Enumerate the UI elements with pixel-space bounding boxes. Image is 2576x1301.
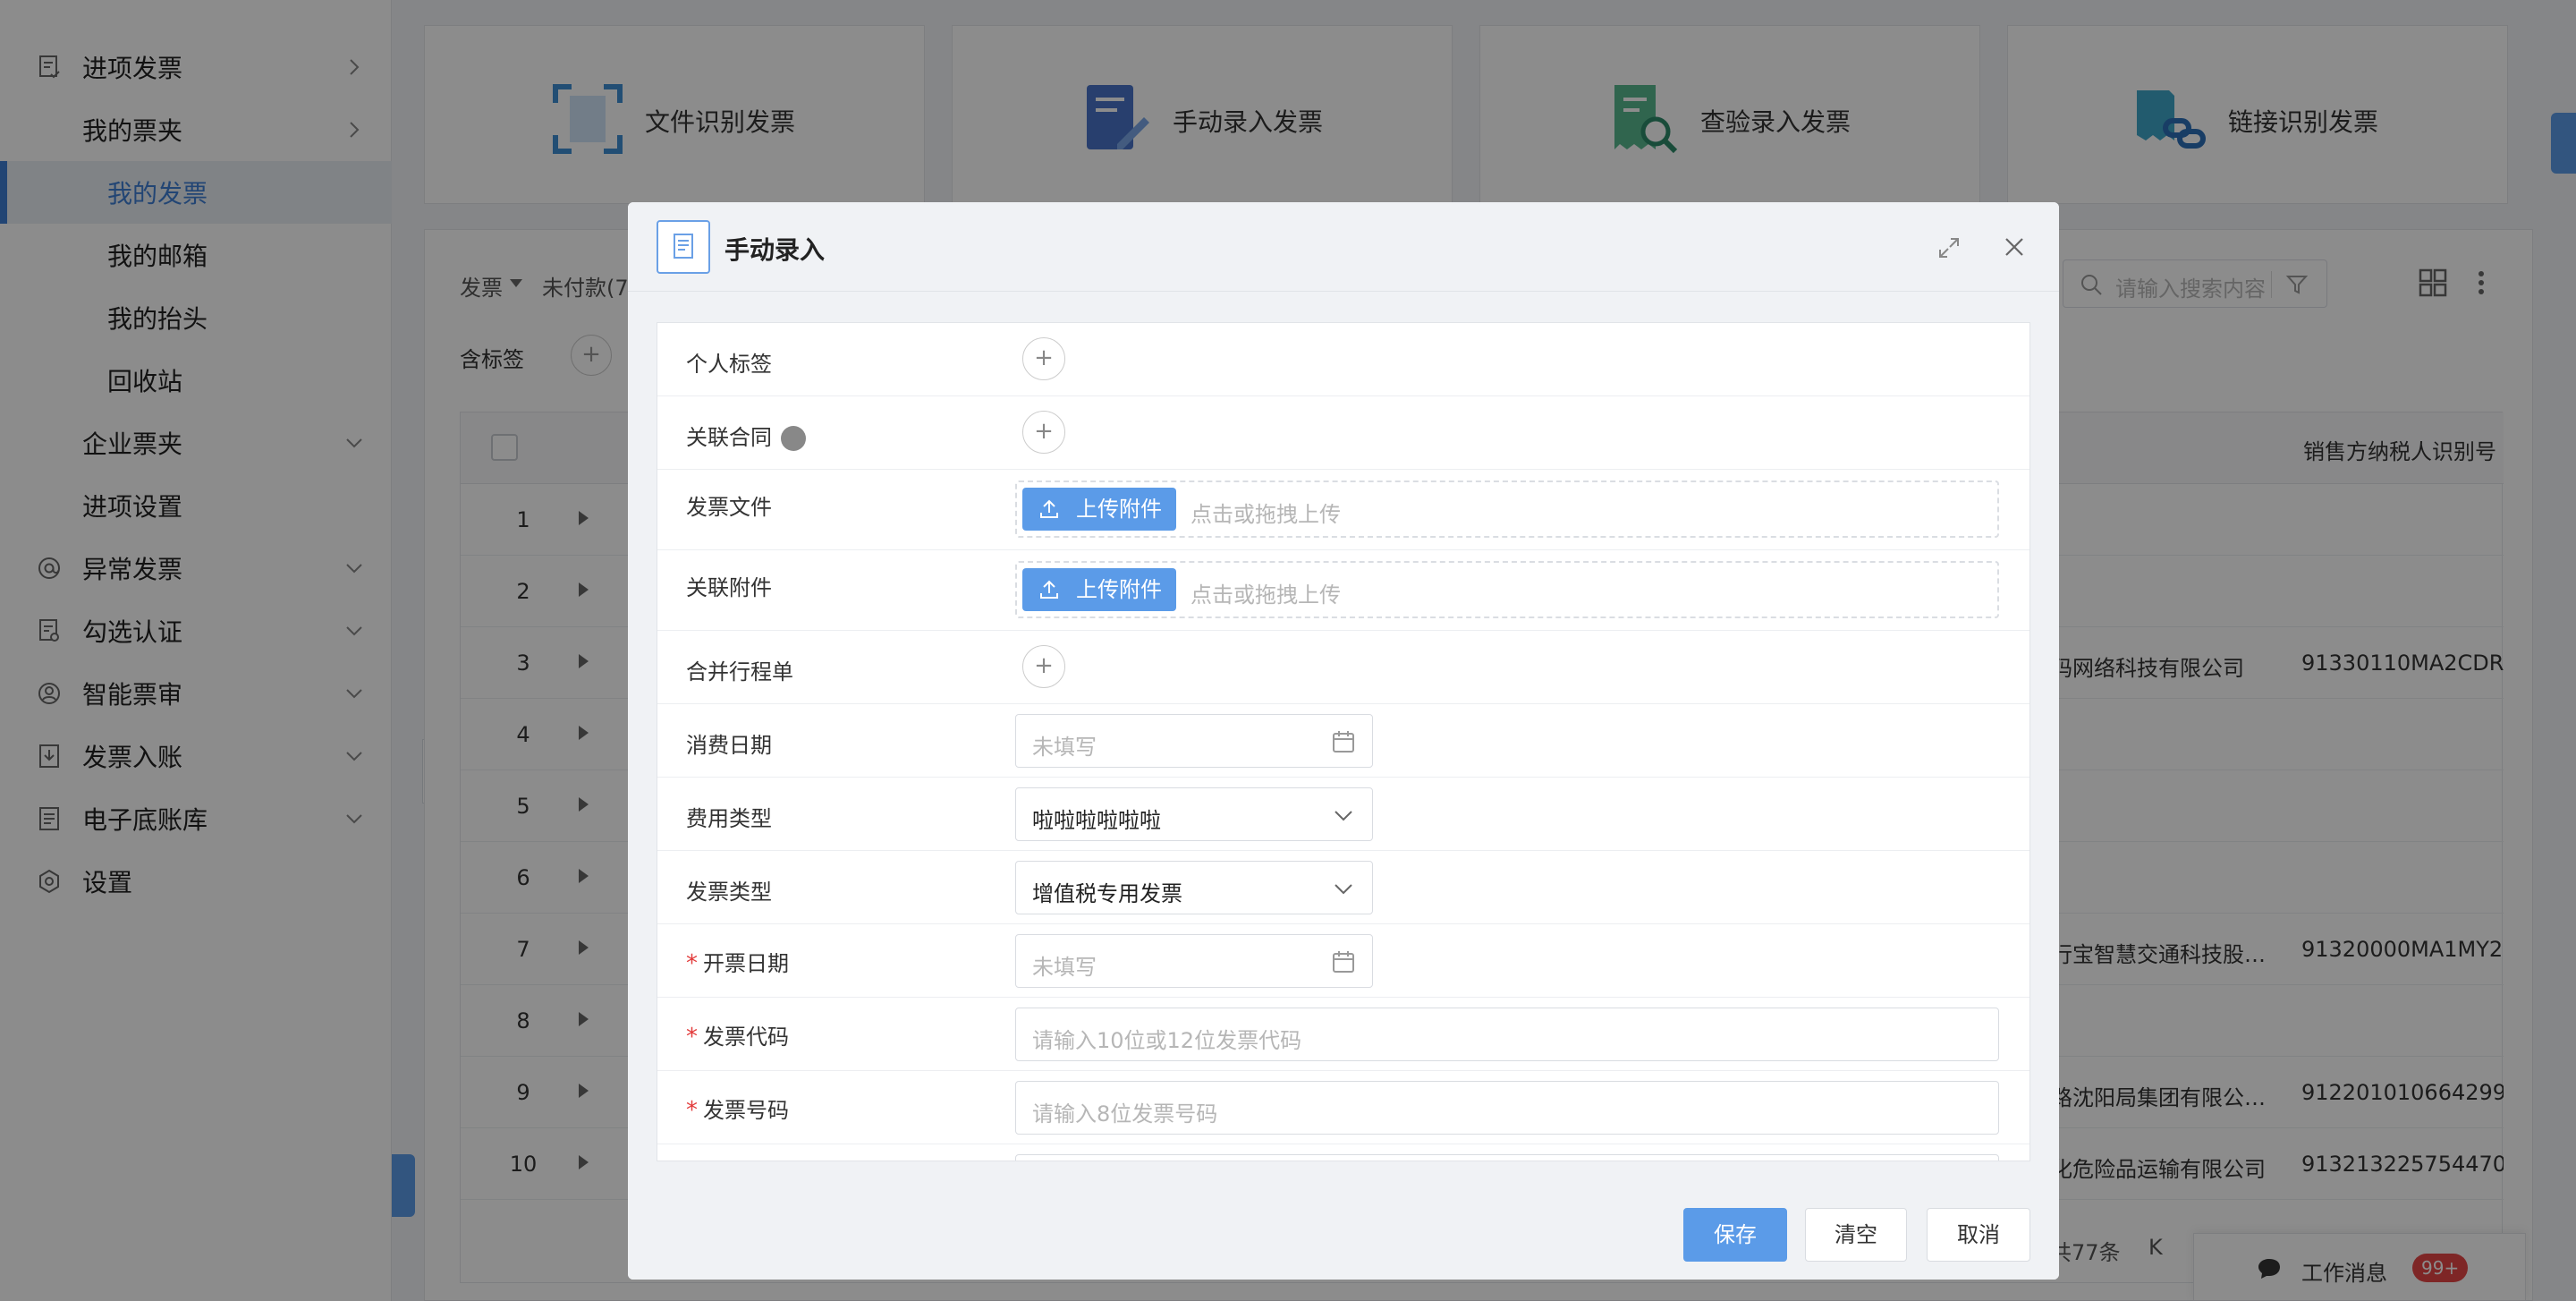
save-button[interactable]: 保存 [1683, 1208, 1787, 1262]
upload-invoice-file-button[interactable]: 上传附件 [1022, 488, 1176, 531]
upload-button-label: 上传附件 [1076, 577, 1162, 602]
form-row-invoice-number: * 发票号码 请输入8位发票号码 [657, 1071, 2029, 1144]
field-label: 关联合同 [686, 420, 806, 451]
consume-date-picker[interactable]: 未填写 [1015, 714, 1373, 768]
invoice-file-dropzone[interactable]: 上传附件 点击或拖拽上传 [1015, 480, 1999, 538]
invoice-type-select[interactable]: 增值税专用发票 [1015, 861, 1373, 914]
field-label: 个人标签 [686, 352, 772, 377]
field-label-text: 发票代码 [703, 1025, 789, 1050]
close-icon[interactable] [2002, 234, 2027, 259]
form-row-invoice-file: 发票文件 上传附件 点击或拖拽上传 [657, 470, 2029, 550]
field-label: 发票类型 [686, 880, 772, 905]
expand-icon[interactable] [1937, 236, 1961, 259]
date-placeholder: 未填写 [1032, 735, 1097, 760]
manual-entry-dialog: 手动录入 个人标签 + 关联合同 + 发票文件 上传附件 点击或拖拽上传 关联附… [628, 202, 2059, 1280]
dialog-header: 手动录入 [628, 202, 2059, 292]
add-contract-button[interactable]: + [1022, 411, 1065, 454]
upload-icon [1040, 580, 1058, 599]
invoice-code-input[interactable]: 请输入10位或12位发票代码 [1015, 1008, 1999, 1061]
issue-date-picker[interactable]: 未填写 [1015, 934, 1373, 988]
form-row-expense-type: 费用类型 啦啦啦啦啦啦 [657, 778, 2029, 851]
cancel-button[interactable]: 取消 [1927, 1208, 2030, 1262]
form-row-personal-tag: 个人标签 + [657, 323, 2029, 396]
expense-type-value: 啦啦啦啦啦啦 [1032, 808, 1161, 833]
upload-icon [1040, 499, 1058, 518]
field-label: * 发票号码 [686, 1093, 789, 1124]
field-label-text: 关联合同 [686, 425, 772, 450]
date-placeholder: 未填写 [1032, 955, 1097, 980]
field-label-text: 发票号码 [703, 1098, 789, 1123]
add-personal-tag-button[interactable]: + [1022, 337, 1065, 380]
form-row-issue-date: * 开票日期 未填写 [657, 924, 2029, 998]
upload-placeholder: 点击或拖拽上传 [1191, 582, 1341, 608]
help-icon[interactable] [781, 426, 806, 451]
invoice-number-placeholder: 请输入8位发票号码 [1032, 1101, 1218, 1127]
calendar-icon [1333, 951, 1354, 973]
form-row-invoice-type: 发票类型 增值税专用发票 [657, 851, 2029, 924]
upload-attachment-button[interactable]: 上传附件 [1022, 568, 1176, 611]
required-mark: * [686, 1097, 698, 1124]
add-itinerary-button[interactable]: + [1022, 645, 1065, 688]
manual-entry-form: 个人标签 + 关联合同 + 发票文件 上传附件 点击或拖拽上传 关联附件 上传附… [657, 322, 2030, 1161]
next-field-input[interactable] [1015, 1154, 1999, 1161]
clear-button[interactable]: 清空 [1805, 1208, 1907, 1262]
dialog-footer: 保存 清空 取消 [628, 1190, 2059, 1280]
upload-button-label: 上传附件 [1076, 497, 1162, 522]
required-mark: * [686, 1024, 698, 1050]
field-label: 关联附件 [686, 575, 772, 600]
chevron-down-icon [1335, 884, 1352, 895]
form-row-next [657, 1144, 2029, 1161]
expense-type-select[interactable]: 啦啦啦啦啦啦 [1015, 787, 1373, 841]
invoice-code-placeholder: 请输入10位或12位发票代码 [1032, 1028, 1302, 1053]
form-row-consume-date: 消费日期 未填写 [657, 704, 2029, 778]
receipt-icon [657, 220, 710, 274]
invoice-number-input[interactable]: 请输入8位发票号码 [1015, 1081, 1999, 1135]
chevron-down-icon [1335, 811, 1352, 821]
field-label: 消费日期 [686, 733, 772, 758]
form-row-related-attachment: 关联附件 上传附件 点击或拖拽上传 [657, 550, 2029, 631]
field-label: 合并行程单 [686, 659, 793, 685]
field-label: * 发票代码 [686, 1019, 789, 1050]
form-row-related-contract: 关联合同 + [657, 396, 2029, 470]
form-row-merge-itinerary: 合并行程单 + [657, 631, 2029, 704]
attachment-dropzone[interactable]: 上传附件 点击或拖拽上传 [1015, 561, 1999, 618]
form-row-invoice-code: * 发票代码 请输入10位或12位发票代码 [657, 998, 2029, 1071]
field-label: 发票文件 [686, 495, 772, 520]
field-label: 费用类型 [686, 806, 772, 831]
required-mark: * [686, 950, 698, 977]
dialog-title: 手动录入 [724, 235, 826, 265]
field-label-text: 开票日期 [703, 951, 789, 976]
field-label: * 开票日期 [686, 946, 789, 977]
invoice-type-value: 增值税专用发票 [1032, 881, 1182, 906]
upload-placeholder: 点击或拖拽上传 [1191, 502, 1341, 527]
calendar-icon [1333, 731, 1354, 753]
